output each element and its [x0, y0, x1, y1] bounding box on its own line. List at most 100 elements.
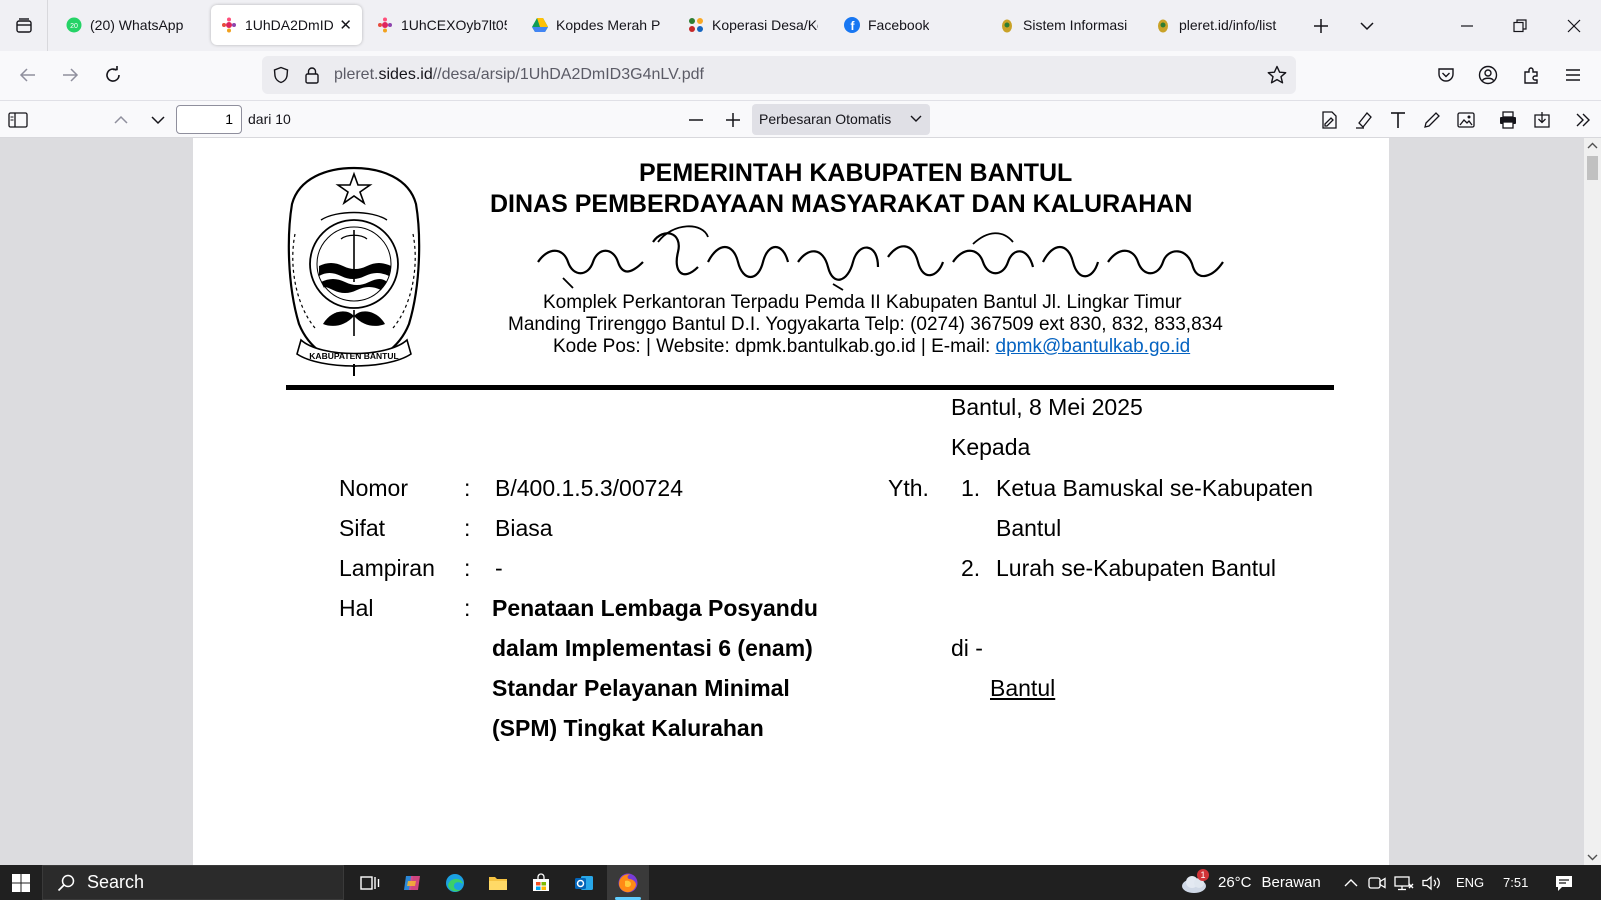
address-line-3: Kode Pos: | Website: dpmk.bantulkab.go.i… [553, 336, 1190, 358]
add-image-button[interactable] [1451, 105, 1481, 135]
tab-list-button[interactable] [0, 0, 48, 51]
tab-current-pdf[interactable]: 1UhDA2DmID3 ✕ [211, 5, 362, 45]
scroll-down-icon[interactable] [1587, 852, 1598, 862]
zoom-in-button[interactable] [718, 105, 748, 135]
next-page-button[interactable] [143, 105, 173, 135]
input-language[interactable]: ENG [1456, 865, 1484, 900]
scrollbar-thumb[interactable] [1587, 156, 1598, 180]
tab-label: Kopdes Merah Pu [556, 17, 660, 33]
task-view-button[interactable] [350, 865, 390, 900]
previous-page-button[interactable] [106, 105, 136, 135]
close-tab-icon[interactable]: ✕ [339, 16, 352, 34]
tools-menu-button[interactable] [1568, 105, 1598, 135]
firefox-button[interactable] [607, 865, 649, 900]
sides-icon [377, 17, 393, 33]
tab-sides-2[interactable]: 1UhCEXOyb7lt05 [367, 5, 517, 45]
toggle-sidebar-button[interactable] [3, 105, 33, 135]
cloud-icon: 1 [1180, 868, 1210, 894]
network-icon[interactable] [1392, 865, 1416, 900]
printer-icon [1500, 111, 1516, 129]
print-button[interactable] [1493, 105, 1523, 135]
task-view-icon [360, 875, 380, 890]
recipient-1-line-2: Bantul [996, 515, 1062, 541]
list-all-tabs-button[interactable] [1352, 0, 1382, 51]
account-button[interactable] [1467, 55, 1509, 95]
file-explorer-button[interactable] [478, 865, 518, 900]
microsoft-store-button[interactable] [521, 865, 561, 900]
tab-facebook[interactable]: f Facebook [834, 5, 984, 45]
tab-pleret-info[interactable]: pleret.id/info/list [1145, 5, 1295, 45]
volume-icon[interactable] [1420, 865, 1444, 900]
di-label: di - [951, 635, 983, 661]
start-button[interactable] [0, 865, 42, 900]
lock-icon[interactable] [304, 66, 320, 84]
taskbar-search[interactable]: Search [42, 865, 344, 900]
extensions-button[interactable] [1510, 55, 1552, 95]
reload-button[interactable] [92, 55, 134, 95]
page-number-input[interactable]: 1 [176, 105, 242, 134]
pdf-viewer[interactable]: KABUPATEN BANTUL PEMERINTAH KABUPATEN BA… [0, 138, 1601, 865]
viewer-scrollbar[interactable] [1584, 138, 1601, 865]
address-contact-text: Kode Pos: | Website: dpmk.bantulkab.go.i… [553, 336, 996, 357]
chevron-up-icon [114, 115, 128, 124]
zoom-select[interactable]: Perbesaran Otomatis [752, 104, 930, 135]
close-window-button[interactable] [1559, 0, 1589, 51]
outlook-icon [575, 875, 593, 890]
zoom-out-button[interactable] [681, 105, 711, 135]
edge-button[interactable] [435, 865, 475, 900]
subject-line-4: (SPM) Tingkat Kalurahan [492, 715, 764, 741]
tab-sistem-informasi[interactable]: Sistem Informasi [989, 5, 1139, 45]
highlighter-icon [1356, 112, 1372, 129]
letterhead-line-2: DINAS PEMBERDAYAAN MASYARAKAT DAN KALURA… [490, 190, 1193, 218]
tab-kopdes[interactable]: Kopdes Merah Pu [522, 5, 670, 45]
scroll-up-icon[interactable] [1587, 141, 1598, 151]
weather-widget[interactable]: 1 26°C Berawan [1180, 865, 1321, 900]
tab-strip: 20 (20) WhatsApp 1UhDA2DmID3 ✕ 1UhCEXOyb… [0, 0, 1601, 51]
draw-button[interactable] [1417, 105, 1447, 135]
url-text[interactable]: pleret.sides.id//desa/arsip/1UhDA2DmID3G… [334, 66, 704, 84]
minus-icon [689, 119, 703, 121]
zoom-select-value: Perbesaran Otomatis [759, 111, 892, 127]
plus-icon [1314, 18, 1328, 33]
field-value-nomor: B/400.1.5.3/00724 [495, 475, 683, 501]
outlook-button[interactable] [564, 865, 604, 900]
tab-label: Koperasi Desa/Ke [712, 17, 818, 33]
new-tab-button[interactable] [1306, 0, 1336, 51]
pdf-page: KABUPATEN BANTUL PEMERINTAH KABUPATEN BA… [193, 138, 1389, 865]
minimize-window-button[interactable] [1452, 0, 1482, 51]
field-colon: : [464, 595, 471, 621]
restore-window-button[interactable] [1505, 0, 1535, 51]
field-value-sifat: Biasa [495, 515, 553, 541]
destination-place: Bantul [990, 675, 1056, 701]
back-button[interactable] [7, 55, 49, 95]
recipient-number: 2. [961, 555, 981, 581]
firefox-icon [618, 873, 638, 892]
email-link[interactable]: dpmk@bantulkab.go.id [996, 336, 1191, 357]
tracking-protection-icon[interactable] [272, 66, 290, 84]
highlight-button[interactable] [1349, 105, 1379, 135]
show-hidden-icons-button[interactable] [1340, 865, 1362, 900]
sidebar-icon [8, 112, 28, 128]
signature-icon [1322, 111, 1337, 129]
bookmark-star-icon[interactable] [1267, 65, 1287, 85]
weather-alert-badge: 1 [1197, 868, 1209, 881]
pocket-button[interactable] [1425, 55, 1467, 95]
add-text-button[interactable] [1383, 105, 1413, 135]
app-menu-button[interactable] [1552, 55, 1594, 95]
notifications-button[interactable] [1548, 865, 1580, 900]
tab-label: 1UhDA2DmID3 [245, 17, 334, 33]
field-label-hal: Hal [339, 595, 374, 621]
address-bar[interactable]: pleret.sides.id//desa/arsip/1UhDA2DmID3G… [262, 56, 1296, 94]
clock[interactable]: 7:51 [1503, 865, 1528, 900]
copilot-button[interactable] [392, 865, 432, 900]
add-signature-button[interactable] [1314, 105, 1344, 135]
double-chevron-right-icon [1576, 113, 1590, 127]
forward-button[interactable] [49, 55, 91, 95]
plus-icon [726, 113, 740, 127]
tab-koperasi[interactable]: Koperasi Desa/Ke [678, 5, 828, 45]
tab-whatsapp[interactable]: 20 (20) WhatsApp [56, 5, 202, 45]
save-button[interactable] [1527, 105, 1557, 135]
meet-now-icon[interactable] [1366, 865, 1388, 900]
weather-description: Berawan [1261, 874, 1321, 891]
address-line-1: Komplek Perkantoran Terpadu Pemda II Kab… [543, 292, 1182, 313]
